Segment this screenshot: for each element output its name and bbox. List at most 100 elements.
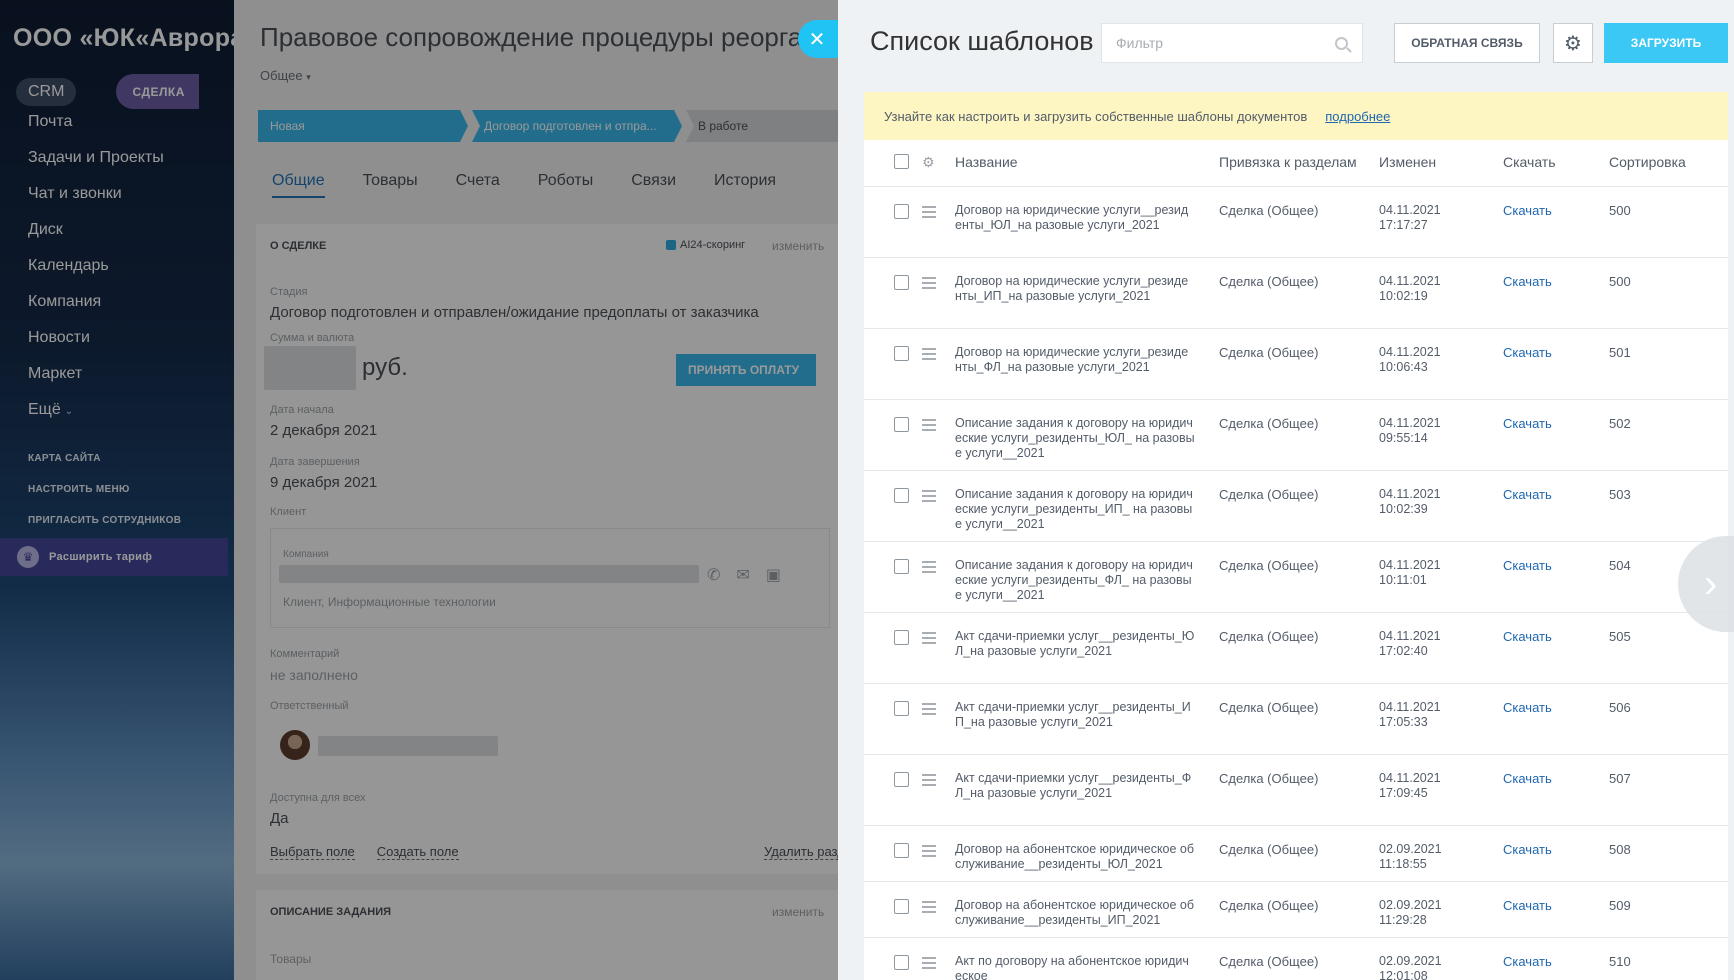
row-select-cell [894, 204, 909, 219]
ai-scoring-button[interactable]: AI24-скоринг [666, 239, 745, 251]
row-checkbox[interactable] [894, 843, 909, 858]
row-checkbox[interactable] [894, 899, 909, 914]
table-row[interactable]: Договор на юридические услуги_резиденты_… [864, 329, 1728, 400]
deal-badge[interactable]: СДЕЛКА [116, 74, 199, 109]
menu-item-news[interactable]: Новости [28, 326, 164, 362]
stage-in-progress[interactable]: В работе [686, 110, 838, 142]
download-link[interactable]: Скачать [1503, 954, 1552, 969]
menu-item-calendar[interactable]: Календарь [28, 254, 164, 290]
column-download[interactable]: Скачать [1503, 154, 1556, 170]
drag-handle-icon[interactable] [922, 901, 936, 916]
configure-menu-link[interactable]: Настроить меню [28, 483, 181, 514]
filter-input[interactable] [1116, 35, 1335, 51]
row-checkbox[interactable] [894, 955, 909, 970]
column-settings-icon[interactable]: ⚙ [922, 154, 935, 171]
menu-item-drive[interactable]: Диск [28, 218, 164, 254]
settings-button[interactable]: ⚙ [1553, 23, 1593, 63]
download-link[interactable]: Скачать [1503, 842, 1552, 857]
column-sort[interactable]: Сортировка [1609, 154, 1686, 170]
sitemap-link[interactable]: Карта сайта [28, 452, 181, 483]
create-field-link[interactable]: Создать поле [376, 844, 459, 860]
select-all-checkbox[interactable] [894, 154, 909, 169]
mail-icon[interactable]: ✉ [736, 565, 749, 585]
select-field-link[interactable]: Выбрать поле [270, 844, 355, 860]
menu-item-mail[interactable]: Почта [28, 110, 164, 146]
download-link[interactable]: Скачать [1503, 203, 1552, 218]
download-link[interactable]: Скачать [1503, 345, 1552, 360]
upload-button[interactable]: ЗАГРУЗИТЬ [1604, 23, 1728, 63]
info-more-link[interactable]: подробнее [1325, 109, 1390, 124]
drag-handle-icon[interactable] [922, 419, 936, 434]
download-link[interactable]: Скачать [1503, 898, 1552, 913]
delete-section-link[interactable]: Удалить раздел [764, 844, 838, 860]
menu-item-tasks[interactable]: Задачи и Проекты [28, 146, 164, 182]
download-link[interactable]: Скачать [1503, 771, 1552, 786]
row-checkbox[interactable] [894, 204, 909, 219]
accept-payment-button[interactable]: ПРИНЯТЬ ОПЛАТУ [676, 354, 816, 386]
table-row[interactable]: Акт по договору на абонентское юридическ… [864, 938, 1728, 980]
drag-handle-icon[interactable] [922, 206, 936, 221]
tab-history[interactable]: История [714, 172, 776, 198]
column-name[interactable]: Название [955, 154, 1195, 170]
row-checkbox[interactable] [894, 701, 909, 716]
row-checkbox[interactable] [894, 630, 909, 645]
row-checkbox[interactable] [894, 417, 909, 432]
row-checkbox[interactable] [894, 559, 909, 574]
row-checkbox[interactable] [894, 772, 909, 787]
task-change-link[interactable]: изменить [772, 905, 824, 919]
download-link[interactable]: Скачать [1503, 274, 1552, 289]
tab-robots[interactable]: Роботы [538, 172, 593, 198]
tab-links[interactable]: Связи [631, 172, 676, 198]
table-row[interactable]: Описание задания к договору на юридическ… [864, 471, 1728, 542]
table-row[interactable]: Описание задания к договору на юридическ… [864, 542, 1728, 613]
responsible-avatar[interactable] [280, 730, 310, 760]
row-checkbox[interactable] [894, 275, 909, 290]
drag-handle-icon[interactable] [922, 774, 936, 789]
deal-category-dropdown[interactable]: Общее ▾ [260, 68, 311, 83]
column-changed[interactable]: Изменен [1379, 154, 1436, 170]
tab-invoices[interactable]: Счета [456, 172, 500, 198]
phone-icon[interactable]: ✆ [707, 565, 720, 585]
drag-handle-icon[interactable] [922, 561, 936, 576]
table-row[interactable]: Договор на юридические услуги__резиденты… [864, 187, 1728, 258]
table-row[interactable]: Договор на юридические услуги_резиденты_… [864, 258, 1728, 329]
download-link[interactable]: Скачать [1503, 558, 1552, 573]
download-link[interactable]: Скачать [1503, 629, 1552, 644]
tab-products[interactable]: Товары [363, 172, 418, 198]
change-link[interactable]: изменить [772, 239, 824, 253]
field-links: Выбрать поле Создать поле [270, 844, 459, 860]
close-panel-button[interactable]: ✕ [798, 20, 840, 58]
menu-item-chat[interactable]: Чат и звонки [28, 182, 164, 218]
table-row[interactable]: Договор на абонентское юридическое обслу… [864, 826, 1728, 882]
menu-item-company[interactable]: Компания [28, 290, 164, 326]
drag-handle-icon[interactable] [922, 632, 936, 647]
table-row[interactable]: Акт сдачи-приемки услуг__резиденты_ФЛ_на… [864, 755, 1728, 826]
stage-new[interactable]: Новая [258, 110, 468, 142]
feedback-button[interactable]: ОБРАТНАЯ СВЯЗЬ [1394, 23, 1540, 63]
menu-item-more[interactable]: Ещё ⌄ [28, 398, 164, 434]
drag-handle-icon[interactable] [922, 277, 936, 292]
row-checkbox[interactable] [894, 488, 909, 503]
drag-handle-icon[interactable] [922, 348, 936, 363]
crm-button[interactable]: CRM [16, 77, 77, 106]
stage-contract-sent[interactable]: Договор подготовлен и отпра... [472, 110, 682, 142]
table-row[interactable]: Договор на абонентское юридическое обслу… [864, 882, 1728, 938]
drag-handle-icon[interactable] [922, 957, 936, 972]
drag-handle-icon[interactable] [922, 703, 936, 718]
drag-handle-icon[interactable] [922, 490, 936, 505]
search-icon[interactable] [1335, 36, 1348, 50]
company-name[interactable]: ООО «ЮК«Аврора» [13, 24, 234, 53]
row-checkbox[interactable] [894, 346, 909, 361]
download-link[interactable]: Скачать [1503, 700, 1552, 715]
table-row[interactable]: Акт сдачи-приемки услуг__резиденты_ЮЛ_на… [864, 613, 1728, 684]
table-row[interactable]: Описание задания к договору на юридическ… [864, 400, 1728, 471]
download-link[interactable]: Скачать [1503, 416, 1552, 431]
tab-general[interactable]: Общие [272, 172, 325, 198]
download-link[interactable]: Скачать [1503, 487, 1552, 502]
upgrade-plan-button[interactable]: ♛ Расширить тариф [0, 538, 228, 576]
chat-icon[interactable]: ▣ [766, 565, 781, 585]
drag-handle-icon[interactable] [922, 845, 936, 860]
column-binding[interactable]: Привязка к разделам [1219, 154, 1357, 170]
menu-item-market[interactable]: Маркет [28, 362, 164, 398]
table-row[interactable]: Акт сдачи-приемки услуг__резиденты_ИП_на… [864, 684, 1728, 755]
